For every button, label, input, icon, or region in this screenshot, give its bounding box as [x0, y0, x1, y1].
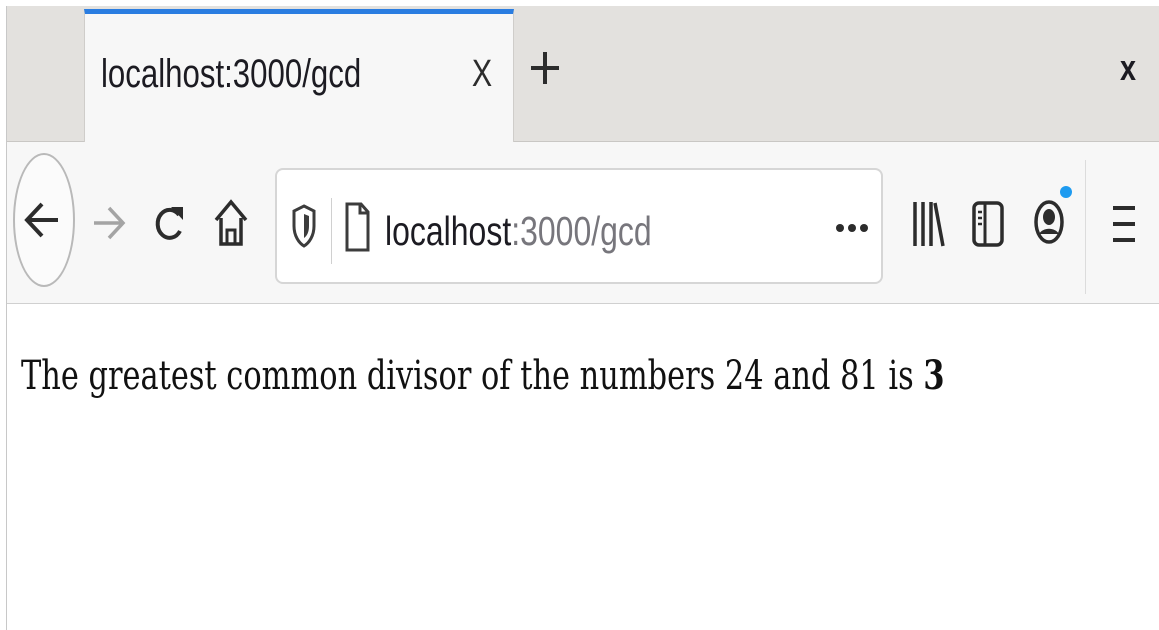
new-tab-plus-icon — [531, 52, 559, 84]
library-icon — [913, 202, 945, 247]
tab-strip: localhost:3000/gcd X x — [7, 6, 1159, 142]
forward-arrow-icon — [94, 206, 126, 240]
forward-button[interactable] — [91, 196, 127, 250]
menu-button[interactable] — [1111, 200, 1137, 248]
home-button[interactable] — [213, 196, 249, 250]
tracking-shield-icon — [292, 204, 316, 248]
url-host: localhost — [385, 208, 512, 254]
reload-button[interactable] — [153, 198, 185, 248]
menu-icon — [1113, 206, 1135, 242]
back-button[interactable] — [13, 153, 75, 287]
reload-icon — [155, 207, 183, 240]
back-arrow-icon — [24, 202, 58, 238]
new-tab-button[interactable] — [525, 48, 565, 88]
gcd-result-message: The greatest common divisor of the numbe… — [21, 352, 945, 399]
gcd-result-value: 3 — [923, 352, 945, 399]
page-info-button[interactable] — [343, 198, 371, 256]
message-text: The greatest common divisor of the numbe… — [21, 353, 924, 399]
tracking-protection-button[interactable] — [291, 200, 317, 252]
tab-title: localhost:3000/gcd — [101, 52, 362, 96]
sidebar-icon — [972, 201, 1004, 247]
more-options-icon — [836, 224, 868, 232]
url-text[interactable]: localhost:3000/gcd — [385, 208, 652, 255]
tab-active[interactable]: localhost:3000/gcd X — [84, 9, 514, 142]
page-actions-button[interactable] — [835, 222, 869, 234]
library-button[interactable] — [911, 198, 945, 250]
account-button[interactable] — [1031, 182, 1075, 250]
page-icon — [345, 202, 370, 252]
window-close-button[interactable]: x — [1118, 48, 1139, 88]
sidebar-button[interactable] — [971, 198, 1005, 250]
url-bar[interactable]: localhost:3000/gcd — [275, 168, 883, 284]
url-separator — [331, 198, 332, 264]
account-icon — [1034, 186, 1072, 244]
navigation-toolbar: localhost:3000/gcd — [7, 142, 1159, 304]
home-icon — [214, 199, 248, 246]
notification-dot — [1060, 186, 1072, 198]
url-path: :3000/gcd — [511, 208, 652, 254]
browser-window: localhost:3000/gcd X x localhost:3000/gc… — [6, 6, 1159, 630]
tab-close-button[interactable]: X — [470, 54, 494, 94]
page-content: The greatest common divisor of the numbe… — [7, 304, 1159, 630]
toolbar-separator — [1085, 160, 1086, 294]
